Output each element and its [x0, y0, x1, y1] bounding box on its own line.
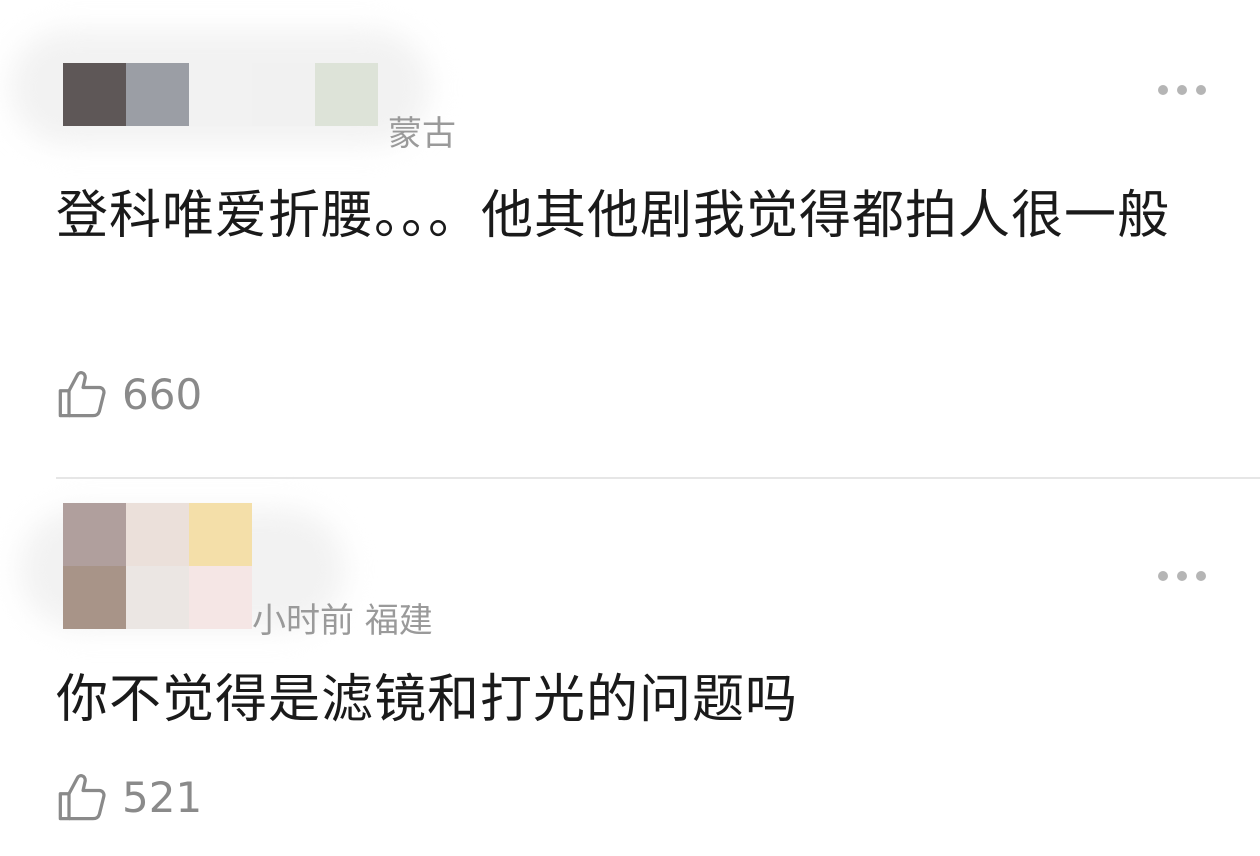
comment-item: 小时前 福建 你不觉得是滤镜和打光的问题吗 521: [0, 479, 1260, 856]
mosaic-tile: [126, 566, 189, 629]
comment-meta: 小时前 福建: [252, 593, 433, 642]
comment-time: 小时前: [252, 601, 354, 641]
more-dots-icon: [1177, 571, 1187, 581]
more-options-button[interactable]: [1152, 78, 1212, 102]
more-dots-icon: [1196, 85, 1206, 95]
mosaic-tile: [252, 63, 315, 126]
mosaic-tile: [126, 63, 189, 126]
more-dots-icon: [1158, 571, 1168, 581]
more-dots-icon: [1158, 85, 1168, 95]
like-button[interactable]: 660: [56, 368, 202, 420]
comment-location: 蒙古: [388, 114, 456, 154]
mosaic-tile: [189, 566, 252, 629]
thumbs-up-icon: [58, 371, 106, 418]
comment-text: 登科唯爱折腰。。。他其他剧我觉得都拍人很一般: [56, 186, 1171, 246]
like-count: 521: [122, 772, 203, 822]
more-dots-icon: [1196, 571, 1206, 581]
mosaic-tile: [315, 63, 378, 126]
thumbs-up-icon: [58, 774, 106, 821]
mosaic-tile: [63, 503, 126, 566]
comment-text: 你不觉得是滤镜和打光的问题吗: [56, 670, 799, 730]
like-count: 660: [122, 369, 203, 419]
mosaic-tile: [63, 566, 126, 629]
mosaic-tile: [189, 503, 252, 566]
more-options-button[interactable]: [1152, 564, 1212, 588]
user-info-mosaic: [0, 0, 440, 160]
more-dots-icon: [1177, 85, 1187, 95]
comment-location: 福建: [364, 601, 433, 641]
mosaic-tile: [126, 503, 189, 566]
mosaic-tile: [189, 63, 252, 126]
mosaic-tile: [63, 63, 126, 126]
comment-item: 蒙古 登科唯爱折腰。。。他其他剧我觉得都拍人很一般 660: [0, 0, 1260, 478]
like-button[interactable]: 521: [56, 771, 202, 823]
